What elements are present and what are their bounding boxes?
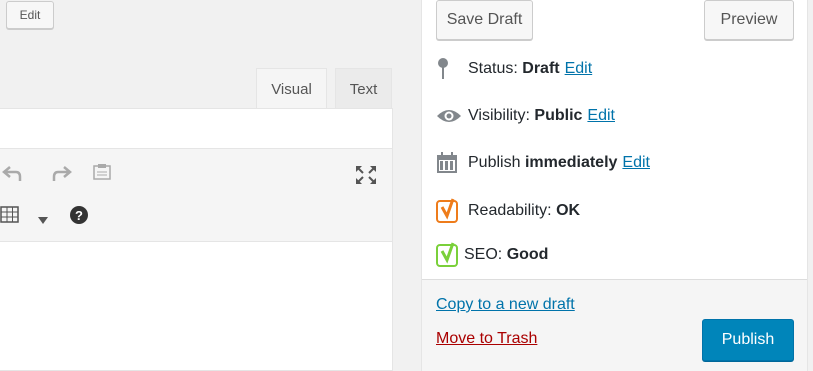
visibility-label: Visibility: bbox=[468, 107, 530, 124]
readability-row: Readability: OK bbox=[436, 196, 580, 226]
redo-icon[interactable] bbox=[50, 163, 72, 186]
readability-label: Readability: bbox=[468, 202, 552, 219]
visibility-value: Public bbox=[534, 107, 583, 124]
tab-text[interactable]: Text bbox=[335, 68, 392, 109]
yoast-readability-icon bbox=[436, 198, 464, 224]
publish-time-value: immediately bbox=[524, 154, 618, 171]
svg-text:?: ? bbox=[75, 208, 83, 223]
preview-button[interactable]: Preview bbox=[704, 0, 794, 40]
visibility-edit-link[interactable]: Edit bbox=[587, 107, 615, 124]
publish-box: Save Draft Preview Status: Draft Edit Vis… bbox=[421, 0, 808, 371]
publish-time-label: Publish bbox=[468, 154, 521, 171]
eye-icon bbox=[436, 107, 464, 125]
major-publishing-actions: Copy to a new draft Move to Trash Publis… bbox=[422, 279, 807, 371]
status-value: Draft bbox=[522, 60, 560, 77]
fullscreen-icon[interactable] bbox=[355, 165, 377, 188]
pin-icon bbox=[436, 57, 464, 81]
paste-text-icon[interactable] bbox=[92, 163, 112, 184]
table-icon[interactable] bbox=[0, 206, 20, 227]
edit-permalink-button[interactable]: Edit bbox=[6, 1, 54, 29]
status-label: Status: bbox=[468, 60, 518, 77]
move-to-trash-link[interactable]: Move to Trash bbox=[436, 330, 537, 348]
seo-value: Good bbox=[506, 246, 549, 263]
visibility-row: Visibility: Public Edit bbox=[436, 101, 615, 131]
status-row: Status: Draft Edit bbox=[436, 54, 592, 84]
calendar-icon bbox=[436, 152, 464, 174]
chevron-down-icon[interactable] bbox=[38, 212, 48, 228]
undo-icon[interactable] bbox=[2, 163, 24, 186]
publish-time-row: Publish immediately Edit bbox=[436, 148, 650, 178]
publish-button[interactable]: Publish bbox=[702, 319, 794, 361]
seo-label: SEO: bbox=[464, 246, 503, 263]
copy-to-new-draft-link[interactable]: Copy to a new draft bbox=[436, 296, 575, 314]
status-edit-link[interactable]: Edit bbox=[565, 60, 593, 77]
publish-time-edit-link[interactable]: Edit bbox=[622, 154, 650, 171]
save-draft-button[interactable]: Save Draft bbox=[436, 0, 533, 40]
yoast-seo-icon bbox=[436, 242, 464, 268]
tab-visual[interactable]: Visual bbox=[256, 68, 327, 109]
editor-toolbar: ? bbox=[0, 148, 393, 242]
seo-row: SEO: Good bbox=[436, 240, 548, 270]
readability-value: OK bbox=[556, 202, 581, 219]
help-icon[interactable]: ? bbox=[69, 205, 89, 228]
